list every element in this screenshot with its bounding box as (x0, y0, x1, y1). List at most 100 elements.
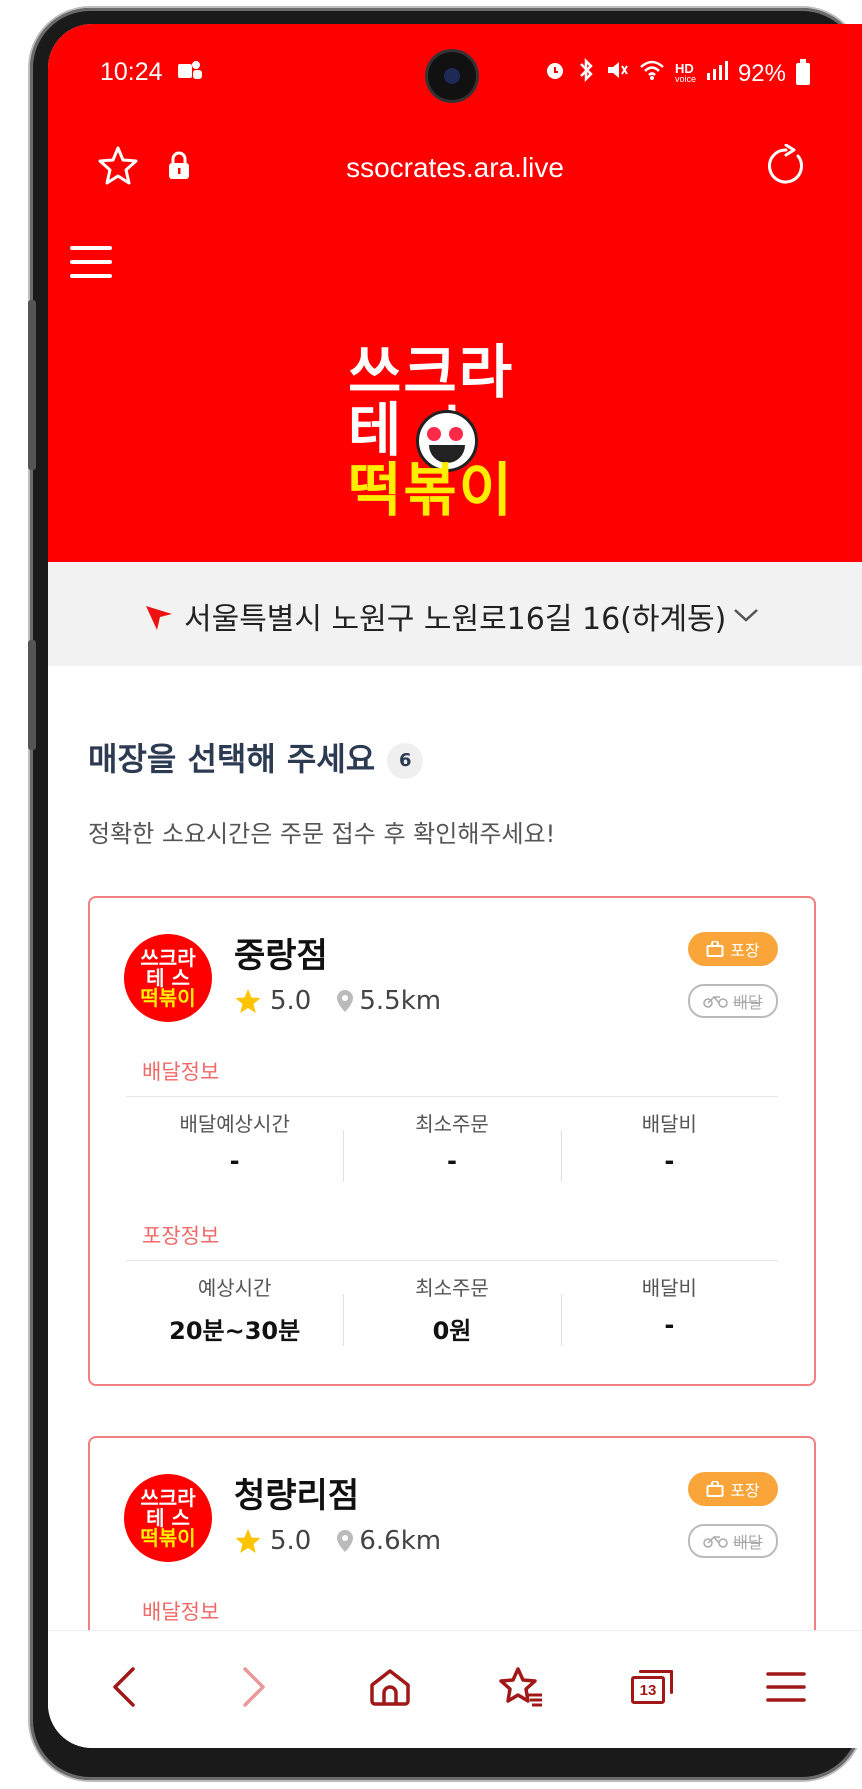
info-col: 배달비 - (560, 1108, 778, 1182)
status-time: 10:24 (100, 58, 163, 86)
info-col: 최소주문 - (343, 1108, 560, 1182)
divider (126, 1096, 778, 1097)
rating-star-icon (235, 1529, 261, 1553)
store-count-badge: 6 (387, 743, 424, 779)
bookmarks-button[interactable] (494, 1661, 546, 1713)
col-label: 최소주문 (415, 1112, 489, 1136)
store-distance: 5.5km (359, 986, 442, 1016)
battery-percent: 92% (737, 59, 786, 87)
thumb-line-2: 테 스 (146, 966, 190, 990)
pickup-info-label: 포장정보 (142, 1224, 220, 1248)
bag-icon (706, 941, 724, 957)
pickup-badge: 포장 (688, 932, 778, 966)
bike-icon (703, 1535, 729, 1548)
menu-hamburger-icon[interactable] (70, 246, 112, 280)
delivery-badge-label: 배달 (733, 993, 763, 1012)
thumb-line-1: 쓰크라 (140, 946, 196, 970)
store-rating: 5.0 (270, 1526, 312, 1556)
thumb-line-1: 쓰크라 (140, 1486, 196, 1510)
signal-icon (706, 59, 728, 88)
col-value: - (664, 1147, 675, 1175)
store-logo-thumb: 쓰크라 테 스 떡볶이 (124, 1474, 212, 1562)
store-name: 중랑점 (234, 936, 328, 976)
thumb-line-2: 테 스 (146, 1506, 190, 1530)
delivery-info-row: 배달예상시간 - 최소주문 - 배달비 - (126, 1108, 778, 1182)
col-label: 배달비 (641, 1112, 697, 1136)
tabs-button[interactable]: 13 (626, 1661, 678, 1713)
page-subtitle: 정확한 소요시간은 주문 접수 후 확인해주세요! (88, 820, 556, 848)
thumb-line-3: 떡볶이 (140, 1526, 196, 1550)
home-icon (370, 1669, 410, 1706)
col-value: - (229, 1147, 240, 1175)
store-meta: 5.0 5.5km (234, 986, 441, 1016)
home-button[interactable] (364, 1661, 416, 1713)
status-icons: HD voice 92% (543, 57, 810, 89)
address-selector[interactable]: 서울특별시 노원구 노원로16길 16(하계동) (48, 562, 862, 666)
menu-icon (766, 1672, 806, 1702)
battery-icon (796, 58, 810, 85)
pickup-info-row: 예상시간 20분~30분 최소주문 0원 배달비 - (126, 1272, 778, 1346)
page-title: 매장을 선택해 주세요 6 (88, 734, 424, 780)
info-col: 배달비 - (560, 1272, 778, 1346)
delivery-info-label: 배달정보 (142, 1600, 220, 1624)
browser-bottom-nav: 13 (48, 1630, 862, 1748)
bluetooth-icon (577, 57, 595, 89)
location-pin-icon (337, 990, 354, 1012)
delivery-badge-disabled: 배달 (688, 1524, 778, 1558)
bike-icon (703, 995, 729, 1008)
col-value: - (664, 1311, 675, 1339)
rating-star-icon (235, 989, 261, 1013)
tab-count: 13 (631, 1676, 665, 1704)
delivery-badge-label: 배달 (733, 1533, 763, 1552)
volume-button (28, 300, 36, 470)
teams-icon (176, 58, 204, 88)
col-value: 20분~30분 (169, 1317, 301, 1345)
chevron-down-icon[interactable] (732, 606, 760, 624)
front-camera (428, 52, 476, 100)
menu-button[interactable] (760, 1661, 812, 1713)
store-logo-thumb: 쓰크라 테 스 떡볶이 (124, 934, 212, 1022)
alarm-icon (543, 58, 567, 89)
store-meta: 5.0 6.6km (234, 1526, 441, 1556)
hd-label: HD (674, 60, 694, 76)
page-title-text: 매장을 선택해 주세요 (88, 740, 376, 778)
mute-icon (605, 58, 629, 89)
store-card-jungnang[interactable]: 쓰크라 테 스 떡볶이 중랑점 5.0 5.5km 포장 배달 배달정보 배달예… (88, 896, 816, 1386)
url-text[interactable]: ssocrates.ara.live (48, 152, 862, 184)
col-label: 최소주문 (415, 1276, 489, 1300)
forward-icon (243, 1667, 265, 1707)
col-value: - (447, 1147, 457, 1175)
reload-icon[interactable] (764, 144, 808, 188)
location-pin-icon (337, 1530, 354, 1552)
store-distance: 6.6km (359, 1526, 442, 1556)
pickup-badge: 포장 (688, 1472, 778, 1506)
wifi-icon (639, 59, 665, 88)
pickup-badge-label: 포장 (730, 941, 760, 960)
bookmarks-icon (499, 1667, 542, 1707)
delivery-badge-disabled: 배달 (688, 984, 778, 1018)
address-text: 서울특별시 노원구 노원로16길 16(하계동) (184, 602, 727, 637)
col-label: 배달비 (641, 1276, 697, 1300)
col-label: 예상시간 (197, 1276, 272, 1300)
forward-button[interactable] (228, 1661, 280, 1713)
info-col: 최소주문 0원 (343, 1272, 560, 1346)
browser-url-bar: ssocrates.ara.live (48, 124, 862, 222)
divider (126, 1260, 778, 1261)
store-name: 청량리점 (234, 1476, 360, 1516)
hd-voice-icon: HD voice (674, 60, 696, 85)
back-icon (113, 1667, 135, 1707)
back-button[interactable] (98, 1661, 150, 1713)
header-banner: 10:24 HD voice 92% ssocrates.ara.live 쓰크… (48, 24, 862, 562)
delivery-info-label: 배달정보 (142, 1060, 220, 1084)
logo-line-1: 쓰크라 (348, 338, 515, 406)
bag-icon (706, 1481, 724, 1497)
col-value: 0원 (432, 1317, 472, 1345)
logo-line-3: 떡볶이 (348, 456, 515, 524)
info-col: 배달예상시간 - (126, 1108, 343, 1175)
thumb-line-3: 떡볶이 (140, 986, 196, 1010)
col-label: 배달예상시간 (179, 1112, 290, 1136)
info-col: 예상시간 20분~30분 (126, 1272, 343, 1346)
screen: 10:24 HD voice 92% ssocrates.ara.live 쓰크… (48, 24, 862, 1748)
brand-logo[interactable]: 쓰크라 테 스 떡볶이 (348, 342, 548, 532)
power-button (28, 640, 36, 750)
